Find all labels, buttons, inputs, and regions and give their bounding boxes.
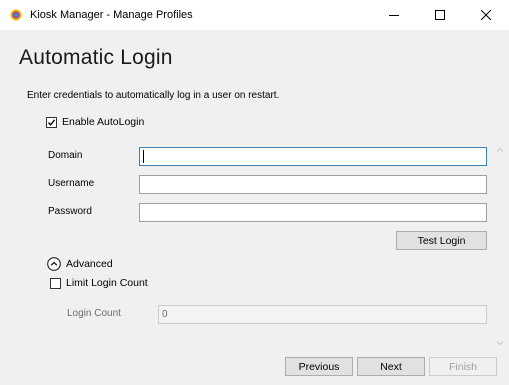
finish-button[interactable]: Finish (429, 357, 497, 376)
text-caret (143, 150, 144, 163)
password-field[interactable] (139, 203, 487, 222)
login-count-field (158, 305, 487, 324)
enable-autologin-checkbox[interactable] (46, 117, 57, 128)
window-title: Kiosk Manager - Manage Profiles (30, 9, 193, 21)
page-description: Enter credentials to automatically log i… (27, 90, 280, 101)
next-button[interactable]: Next (357, 357, 425, 376)
maximize-icon (435, 10, 445, 20)
minimize-button[interactable] (371, 0, 417, 30)
scroll-down-icon[interactable] (495, 338, 505, 348)
test-login-button[interactable]: Test Login (396, 231, 487, 250)
username-field[interactable] (139, 175, 487, 194)
domain-field[interactable] (139, 147, 487, 166)
advanced-expander[interactable] (47, 257, 61, 271)
limit-login-count-checkbox[interactable] (50, 278, 61, 289)
login-count-label: Login Count (67, 308, 121, 319)
scroll-up-icon[interactable] (495, 145, 505, 155)
title-bar[interactable]: Kiosk Manager - Manage Profiles (0, 0, 509, 30)
close-icon (481, 10, 491, 20)
enable-autologin-label[interactable]: Enable AutoLogin (62, 116, 144, 128)
limit-login-count-label[interactable]: Limit Login Count (66, 277, 148, 289)
checkmark-icon (47, 119, 56, 126)
close-button[interactable] (463, 0, 509, 30)
manage-profiles-window: Kiosk Manager - Manage Profiles Automati… (0, 0, 509, 385)
domain-label: Domain (48, 150, 83, 161)
maximize-button[interactable] (417, 0, 463, 30)
password-label: Password (48, 206, 92, 217)
kiosk-manager-icon (10, 9, 22, 21)
previous-button[interactable]: Previous (285, 357, 353, 376)
advanced-label[interactable]: Advanced (66, 258, 113, 270)
minimize-icon (389, 15, 399, 16)
username-label: Username (48, 178, 95, 189)
page-title: Automatic Login (19, 46, 173, 69)
chevron-up-circle-icon (47, 257, 61, 271)
